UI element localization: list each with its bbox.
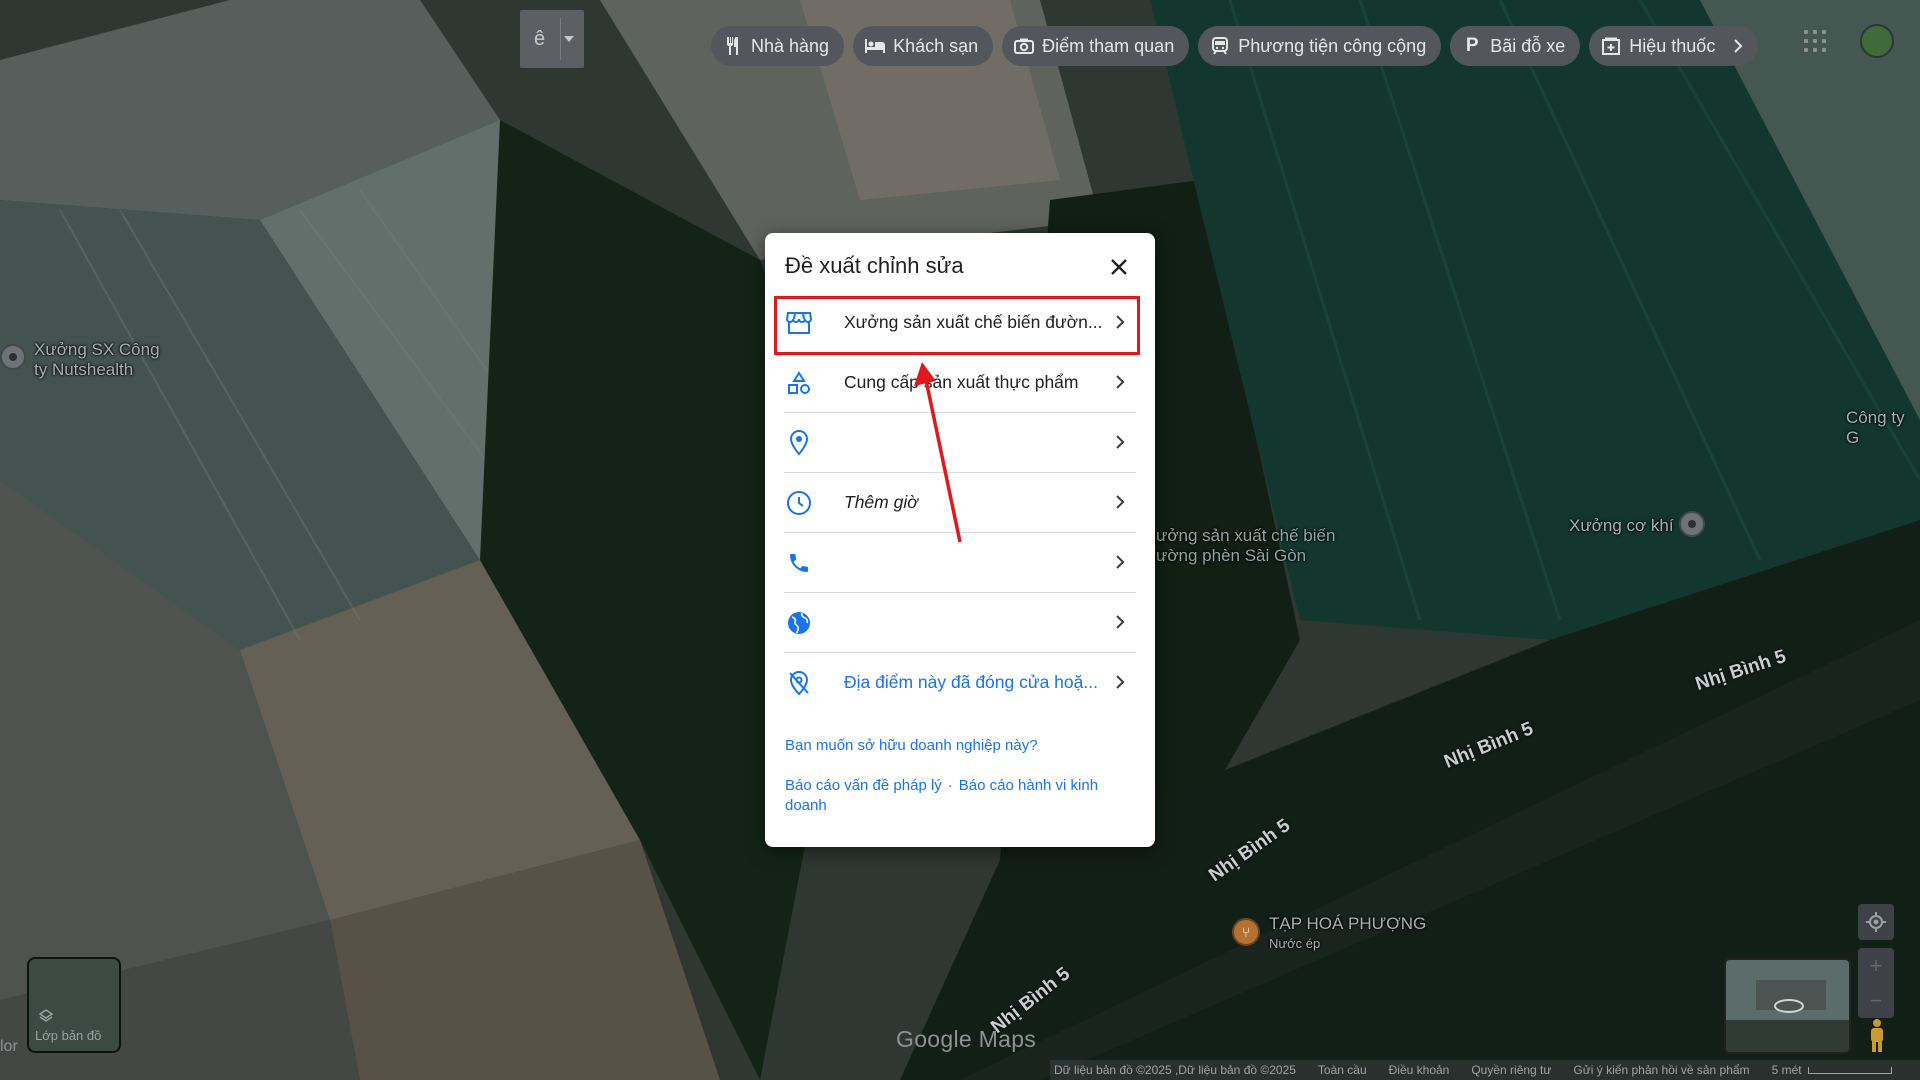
pharmacy-icon [1601, 36, 1621, 56]
place-pin-icon[interactable] [0, 344, 26, 370]
edge-text: lor [0, 1038, 18, 1055]
map-label-line: TẠP HOÁ PHƯỢNG [1269, 914, 1427, 933]
account-avatar[interactable] [1860, 24, 1894, 58]
chevron-right-icon [1116, 615, 1125, 629]
chip-attractions[interactable]: Điểm tham quan [1002, 26, 1190, 66]
map-label-line: ưởng sản xuất chế biến [1156, 526, 1336, 545]
edit-phone-row[interactable] [784, 533, 1136, 593]
phone-icon [785, 549, 813, 577]
hotel-icon [865, 36, 886, 56]
terms-link[interactable]: Điều khoản [1389, 1063, 1450, 1077]
edit-hours-row[interactable]: Thêm giờ [784, 473, 1136, 533]
chips-next-button[interactable] [1718, 26, 1758, 66]
global-link[interactable]: Toàn cầu [1318, 1063, 1367, 1077]
pegman-icon[interactable] [1866, 1018, 1888, 1054]
zoom-in-button[interactable]: + [1870, 953, 1883, 979]
edit-location-row[interactable] [784, 413, 1136, 473]
place-name-text: Xưởng sản xuất chế biến đườn... [844, 312, 1103, 332]
category-chips: Nhà hàng Khách sạn Điểm tham quan Phương… [711, 26, 1750, 66]
chip-label: Hiệu thuốc [1629, 35, 1716, 56]
scale-indicator[interactable]: 5 mét [1772, 1063, 1892, 1077]
chevron-right-icon [1116, 555, 1125, 569]
restaurant-icon [723, 36, 743, 56]
report-links: Báo cáo vấn đề pháp lý · Báo cáo hành vi k… [785, 776, 1135, 816]
edit-website-row[interactable] [784, 593, 1136, 653]
chevron-down-icon[interactable] [564, 36, 574, 42]
scale-label: 5 mét [1771, 1063, 1802, 1077]
chip-hotels[interactable]: Khách sạn [853, 26, 994, 66]
report-legal-link[interactable]: Báo cáo vấn đề pháp lý [785, 777, 942, 794]
close-icon[interactable] [1107, 255, 1131, 279]
crosshair-icon [1866, 912, 1886, 932]
chevron-right-icon [1116, 315, 1125, 329]
closed-text: Địa điểm này đã đóng cửa hoặ... [844, 672, 1098, 692]
chip-transit[interactable]: Phương tiện công cộng [1198, 26, 1442, 66]
map-label-duong-phen[interactable]: ưởng sản xuất chế biến ường phèn Sài Gòn [1156, 526, 1335, 566]
restaurant-pin-icon[interactable]: ⑂ [1232, 918, 1260, 946]
map-label-tap-hoa[interactable]: TẠP HOÁ PHƯỢNG Nước ép [1269, 914, 1426, 954]
edit-options-list: Xưởng sản xuất chế biến đườn... Cung cấp… [784, 293, 1136, 712]
chip-restaurants[interactable]: Nhà hàng [711, 26, 845, 66]
category-icon [785, 369, 813, 397]
privacy-link[interactable]: Quyền riêng tư [1471, 1063, 1551, 1077]
separator-dot: · [947, 777, 953, 794]
map-label-line: ty Nutshealth [34, 360, 134, 379]
chevron-right-icon [1116, 375, 1125, 389]
chip-label: Điểm tham quan [1042, 35, 1175, 56]
my-location-button[interactable] [1858, 904, 1894, 940]
globe-icon [785, 609, 813, 637]
place-pin-icon[interactable] [1679, 511, 1705, 537]
google-maps-watermark: Google Maps [896, 1026, 1037, 1052]
zoom-out-button[interactable]: − [1870, 988, 1883, 1014]
chip-label: Khách sạn [893, 35, 979, 56]
location-pin-icon [785, 429, 813, 457]
apps-grid-icon[interactable] [1804, 30, 1826, 52]
layers-icon [39, 1009, 53, 1022]
claim-business-link[interactable]: Bạn muốn sở hữu doanh nghiệp này? [785, 736, 1038, 756]
layers-button[interactable]: Lớp bản đồ [27, 957, 121, 1053]
map-controls: + − [1858, 904, 1894, 1018]
chip-label: Bãi đỗ xe [1490, 35, 1566, 56]
chevron-right-icon [1116, 435, 1125, 449]
edit-category-row[interactable]: Cung cấp sản xuất thực phẩm [784, 353, 1136, 413]
dialog-title: Đề xuất chỉnh sửa [785, 253, 964, 278]
map-label-cong-ty[interactable]: Công ty G [1846, 408, 1920, 448]
closed-location-icon [785, 669, 813, 697]
divider [560, 18, 561, 60]
chevron-right-icon [1734, 39, 1743, 53]
chip-label: Nhà hàng [751, 35, 830, 56]
transit-icon [1210, 36, 1230, 56]
chevron-right-icon [1116, 495, 1125, 509]
map-footer: Dữ liệu bản đồ ©2025 ,Dữ liệu bản đồ ©20… [1050, 1060, 1920, 1080]
zoom-controls: + − [1858, 948, 1894, 1018]
clock-icon [785, 489, 813, 517]
scale-bar [1807, 1066, 1892, 1074]
map-label-line: Xưởng SX Công [34, 340, 160, 359]
mode-letter: ê [534, 27, 546, 50]
parking-icon: P [1465, 35, 1479, 56]
report-closed-row[interactable]: Địa điểm này đã đóng cửa hoặ... [784, 653, 1136, 712]
map-label-xuong-co-khi[interactable]: Xưởng cơ khí [1569, 516, 1674, 536]
map-mode-selector[interactable]: ê [520, 10, 584, 68]
map-data-attribution: Dữ liệu bản đồ ©2025 ,Dữ liệu bản đồ ©20… [1054, 1063, 1296, 1077]
chip-label: Phương tiện công cộng [1238, 35, 1427, 56]
suggest-edit-dialog: Đề xuất chỉnh sửa Xưởng sản xuất chế biế… [765, 233, 1155, 847]
layers-label: Lớp bản đồ [35, 1028, 102, 1043]
chip-parking[interactable]: P Bãi đỗ xe [1450, 26, 1581, 66]
chevron-right-icon [1116, 675, 1125, 689]
hours-text: Thêm giờ [844, 492, 918, 512]
edit-name-row[interactable]: Xưởng sản xuất chế biến đườn... [784, 293, 1136, 353]
map-label-xuong-sx[interactable]: Xưởng SX Công ty Nutshealth [34, 340, 160, 380]
category-text: Cung cấp sản xuất thực phẩm [844, 372, 1079, 392]
map-label-line: ường phèn Sài Gòn [1156, 546, 1307, 565]
camera-icon [1014, 36, 1035, 56]
storefront-icon [785, 309, 813, 337]
street-view-thumbnail[interactable] [1724, 958, 1851, 1054]
feedback-link[interactable]: Gửi ý kiến phản hồi về sản phẩm [1573, 1063, 1749, 1077]
map-label-subline: Nước ép [1269, 936, 1321, 951]
